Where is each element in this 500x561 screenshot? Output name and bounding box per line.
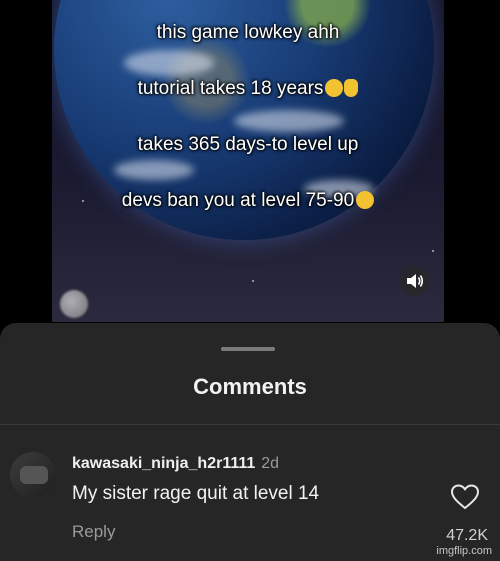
grinning-emoji-icon bbox=[325, 79, 344, 97]
comment-username-row: kawasaki_ninja_h2r1111 2d bbox=[72, 455, 279, 473]
avatar[interactable] bbox=[10, 452, 56, 498]
comment-text: My sister rage quit at level 14 bbox=[72, 483, 320, 504]
caption-line-4: devs ban you at level 75-90 bbox=[52, 190, 444, 212]
caption-line-2: tutorial takes 18 years bbox=[52, 78, 444, 100]
comment-timestamp: 2d bbox=[261, 455, 280, 472]
victory-hand-emoji-icon bbox=[344, 79, 359, 97]
divider bbox=[0, 424, 500, 425]
video-player[interactable]: this game lowkey ahh tutorial takes 18 y… bbox=[52, 0, 444, 322]
imgflip-watermark: imgflip.com bbox=[436, 545, 492, 557]
comments-title: Comments bbox=[193, 374, 307, 399]
volume-button[interactable] bbox=[400, 266, 430, 296]
caption-line-3: takes 365 days-to level up bbox=[137, 134, 359, 155]
moon-image bbox=[60, 290, 88, 318]
weary-face-emoji-icon bbox=[356, 191, 375, 209]
caption-line-4-text: devs ban you at level 75-90 bbox=[121, 190, 355, 211]
caption-line-1: this game lowkey ahh bbox=[156, 22, 340, 43]
reply-button[interactable]: Reply bbox=[72, 522, 115, 542]
like-count: 47.2K bbox=[446, 527, 488, 544]
like-button[interactable] bbox=[450, 483, 480, 511]
caption-line-2-text: tutorial takes 18 years bbox=[137, 78, 324, 99]
heart-outline-icon bbox=[450, 484, 480, 510]
avatar-motorcycle-image bbox=[20, 466, 48, 484]
sheet-drag-handle[interactable] bbox=[221, 347, 275, 351]
comments-sheet: Comments kawasaki_ninja_h2r1111 2d My sis… bbox=[0, 323, 500, 561]
comment-username[interactable]: kawasaki_ninja_h2r1111 bbox=[72, 455, 255, 472]
volume-icon bbox=[407, 274, 424, 288]
